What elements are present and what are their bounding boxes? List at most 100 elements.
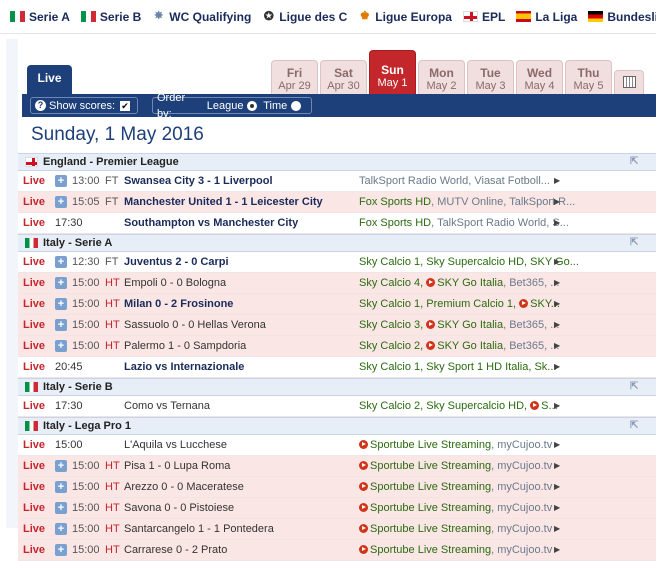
more-arrow-icon[interactable]: ▶ (554, 252, 560, 272)
nav-link-ligue-des-c[interactable]: ✪ Ligue des C (262, 10, 348, 24)
match-name[interactable]: Como vs Ternana (124, 396, 210, 416)
tv-channel[interactable]: Sky Calcio 2, Sky Supercalcio HD, (359, 400, 530, 412)
match-row[interactable]: Live 15:00 L'Aquila vs Lucchese Sportube Li… (18, 435, 656, 456)
show-scores-toggle[interactable]: ? Show scores: ✔ (30, 97, 138, 114)
live-link[interactable]: Live (23, 294, 45, 314)
tv-channels[interactable]: Fox Sports HD, TalkSport Radio World, S.… (359, 213, 599, 233)
tv-channels[interactable]: Sky Calcio 1, Sky Supercalcio HD, SKY Go… (359, 252, 599, 272)
match-row[interactable]: Live 17:30 Como vs Ternana Sky Calcio 2, Sk… (18, 396, 656, 417)
live-link[interactable]: Live (23, 357, 45, 377)
tab-day-thu[interactable]: Thu May 5 (565, 60, 612, 94)
tv-channels[interactable]: Sky Calcio 2, SKY Go Italia, Bet365, ... (359, 336, 599, 356)
tv-channels[interactable]: Sky Calcio 4, SKY Go Italia, Bet365, ... (359, 273, 599, 293)
tv-channel[interactable]: Sportube Live Streaming (370, 523, 491, 535)
nav-link-bundesliga[interactable]: Bundesliga (588, 10, 656, 24)
more-arrow-icon[interactable]: ▶ (554, 273, 560, 293)
match-row[interactable]: Live +15:00 HT Sassuolo 0 - 0 Hellas Verona… (18, 315, 656, 336)
live-link[interactable]: Live (23, 213, 45, 233)
tv-channel[interactable]: TalkSport R... (509, 196, 575, 208)
expand-icon[interactable]: + (55, 256, 67, 268)
external-link-icon[interactable]: ⇱ (630, 157, 642, 167)
tv-channel[interactable]: Sky Calcio 1, Sky Sport 1 HD Italia, Sk.… (359, 361, 556, 373)
more-arrow-icon[interactable]: ▶ (554, 357, 560, 377)
help-icon[interactable]: ? (35, 100, 46, 111)
tv-channel[interactable]: Bet365 (509, 319, 544, 331)
live-link[interactable]: Live (23, 252, 45, 272)
live-link[interactable]: Live (23, 498, 45, 518)
tv-channel[interactable]: Sky Calcio 1, Sky Supercalcio HD, SKY Go… (359, 256, 579, 268)
tab-day-mon[interactable]: Mon May 2 (418, 60, 465, 94)
match-row[interactable]: Live 17:30 Southampton vs Manchester City F… (18, 213, 656, 234)
match-row[interactable]: Live +12:30 FT Juventus 2 - 0 Carpi Sky Calc… (18, 252, 656, 273)
tv-channel[interactable]: myCujoo.tv (497, 502, 552, 514)
expand-icon[interactable]: + (55, 544, 67, 556)
tv-channel[interactable]: Sky Calcio 1, Premium Calcio 1, (359, 298, 519, 310)
tv-channels[interactable]: Sky Calcio 3, SKY Go Italia, Bet365, ... (359, 315, 599, 335)
tv-channels[interactable]: Sky Calcio 1, Sky Sport 1 HD Italia, Sk.… (359, 357, 599, 377)
tv-channel[interactable]: myCujoo.tv (497, 481, 552, 493)
more-arrow-icon[interactable]: ▶ (554, 294, 560, 314)
match-name[interactable]: Swansea City 3 - 1 Liverpool (124, 171, 273, 191)
nav-link-epl[interactable]: EPL (462, 10, 505, 24)
external-link-icon[interactable]: ⇱ (630, 421, 642, 431)
calendar-tab[interactable] (614, 70, 644, 94)
tv-channel[interactable]: TalkSport Radio World (437, 217, 546, 229)
tv-channels[interactable]: TalkSport Radio World, Viasat Fotboll... (359, 171, 599, 191)
expand-icon[interactable]: + (55, 175, 67, 187)
league-header[interactable]: England - Premier League ⇱ (18, 153, 656, 171)
tab-day-wed[interactable]: Wed May 4 (516, 60, 563, 94)
nav-link-serie-a[interactable]: Serie A (10, 10, 70, 24)
expand-icon[interactable]: + (55, 340, 67, 352)
more-arrow-icon[interactable]: ▶ (554, 540, 560, 560)
live-link[interactable]: Live (23, 171, 45, 191)
tab-day-sat[interactable]: Sat Apr 30 (320, 60, 367, 94)
live-link[interactable]: Live (23, 435, 45, 455)
tv-channel[interactable]: Sportube Live Streaming (370, 460, 491, 472)
tv-channel[interactable]: myCujoo.tv (497, 523, 552, 535)
tab-day-sun[interactable]: Sun May 1 (369, 50, 416, 94)
match-row[interactable]: Live +15:00 HT Palermo 1 - 0 Sampdoria Sky C… (18, 336, 656, 357)
more-arrow-icon[interactable]: ▶ (554, 435, 560, 455)
tv-channel[interactable]: myCujoo.tv (497, 439, 552, 451)
tv-channels[interactable]: Fox Sports HD, MUTV Online, TalkSport R.… (359, 192, 599, 212)
tab-day-fri[interactable]: Fri Apr 29 (271, 60, 318, 94)
tv-channel[interactable]: Bet365 (509, 277, 544, 289)
nav-link-wc-qualifying[interactable]: ✵ WC Qualifying (152, 10, 251, 24)
live-link[interactable]: Live (23, 315, 45, 335)
tv-channel[interactable]: Sportube Live Streaming (370, 502, 491, 514)
match-row[interactable]: Live 20:45 Lazio vs Internazionale Sky Calc… (18, 357, 656, 378)
more-arrow-icon[interactable]: ▶ (554, 498, 560, 518)
match-row[interactable]: Live +15:00 HT Empoli 0 - 0 Bologna Sky Calc… (18, 273, 656, 294)
more-arrow-icon[interactable]: ▶ (554, 315, 560, 335)
tab-day-tue[interactable]: Tue May 3 (467, 60, 514, 94)
match-name[interactable]: Lazio vs Internazionale (124, 357, 244, 377)
tv-channel[interactable]: Sportube Live Streaming (370, 439, 491, 451)
expand-icon[interactable]: + (55, 481, 67, 493)
tv-channel[interactable]: SKY Go Italia (437, 277, 503, 289)
match-name[interactable]: Arezzo 0 - 0 Maceratese (124, 477, 244, 497)
league-header[interactable]: Italy - Serie A ⇱ (18, 234, 656, 252)
match-name[interactable]: Juventus 2 - 0 Carpi (124, 252, 229, 272)
external-link-icon[interactable]: ⇱ (630, 382, 642, 392)
match-row[interactable]: Live +15:00 HT Carrarese 0 - 2 Prato Sportub… (18, 540, 656, 561)
live-link[interactable]: Live (23, 456, 45, 476)
match-row[interactable]: Live +15:00 HT Arezzo 0 - 0 Maceratese Sport… (18, 477, 656, 498)
tv-channels[interactable]: Sportube Live Streaming, myCujoo.tv (359, 519, 599, 539)
tab-live[interactable]: Live (27, 65, 72, 94)
tv-channel[interactable]: Bet365 (509, 340, 544, 352)
external-link-icon[interactable]: ⇱ (630, 238, 642, 248)
expand-icon[interactable]: + (55, 196, 67, 208)
tv-channel[interactable]: Sky Calcio 3, (359, 319, 426, 331)
expand-icon[interactable]: + (55, 298, 67, 310)
more-arrow-icon[interactable]: ▶ (554, 171, 560, 191)
match-name[interactable]: Carrarese 0 - 2 Prato (124, 540, 227, 560)
tv-channels[interactable]: Sportube Live Streaming, myCujoo.tv (359, 540, 599, 560)
tv-channel[interactable]: Sportube Live Streaming (370, 481, 491, 493)
expand-icon[interactable]: + (55, 460, 67, 472)
tv-channels[interactable]: Sky Calcio 1, Premium Calcio 1, SKY... (359, 294, 599, 314)
match-name[interactable]: Pisa 1 - 0 Lupa Roma (124, 456, 230, 476)
expand-icon[interactable]: + (55, 523, 67, 535)
live-link[interactable]: Live (23, 540, 45, 560)
live-link[interactable]: Live (23, 477, 45, 497)
live-link[interactable]: Live (23, 396, 45, 416)
